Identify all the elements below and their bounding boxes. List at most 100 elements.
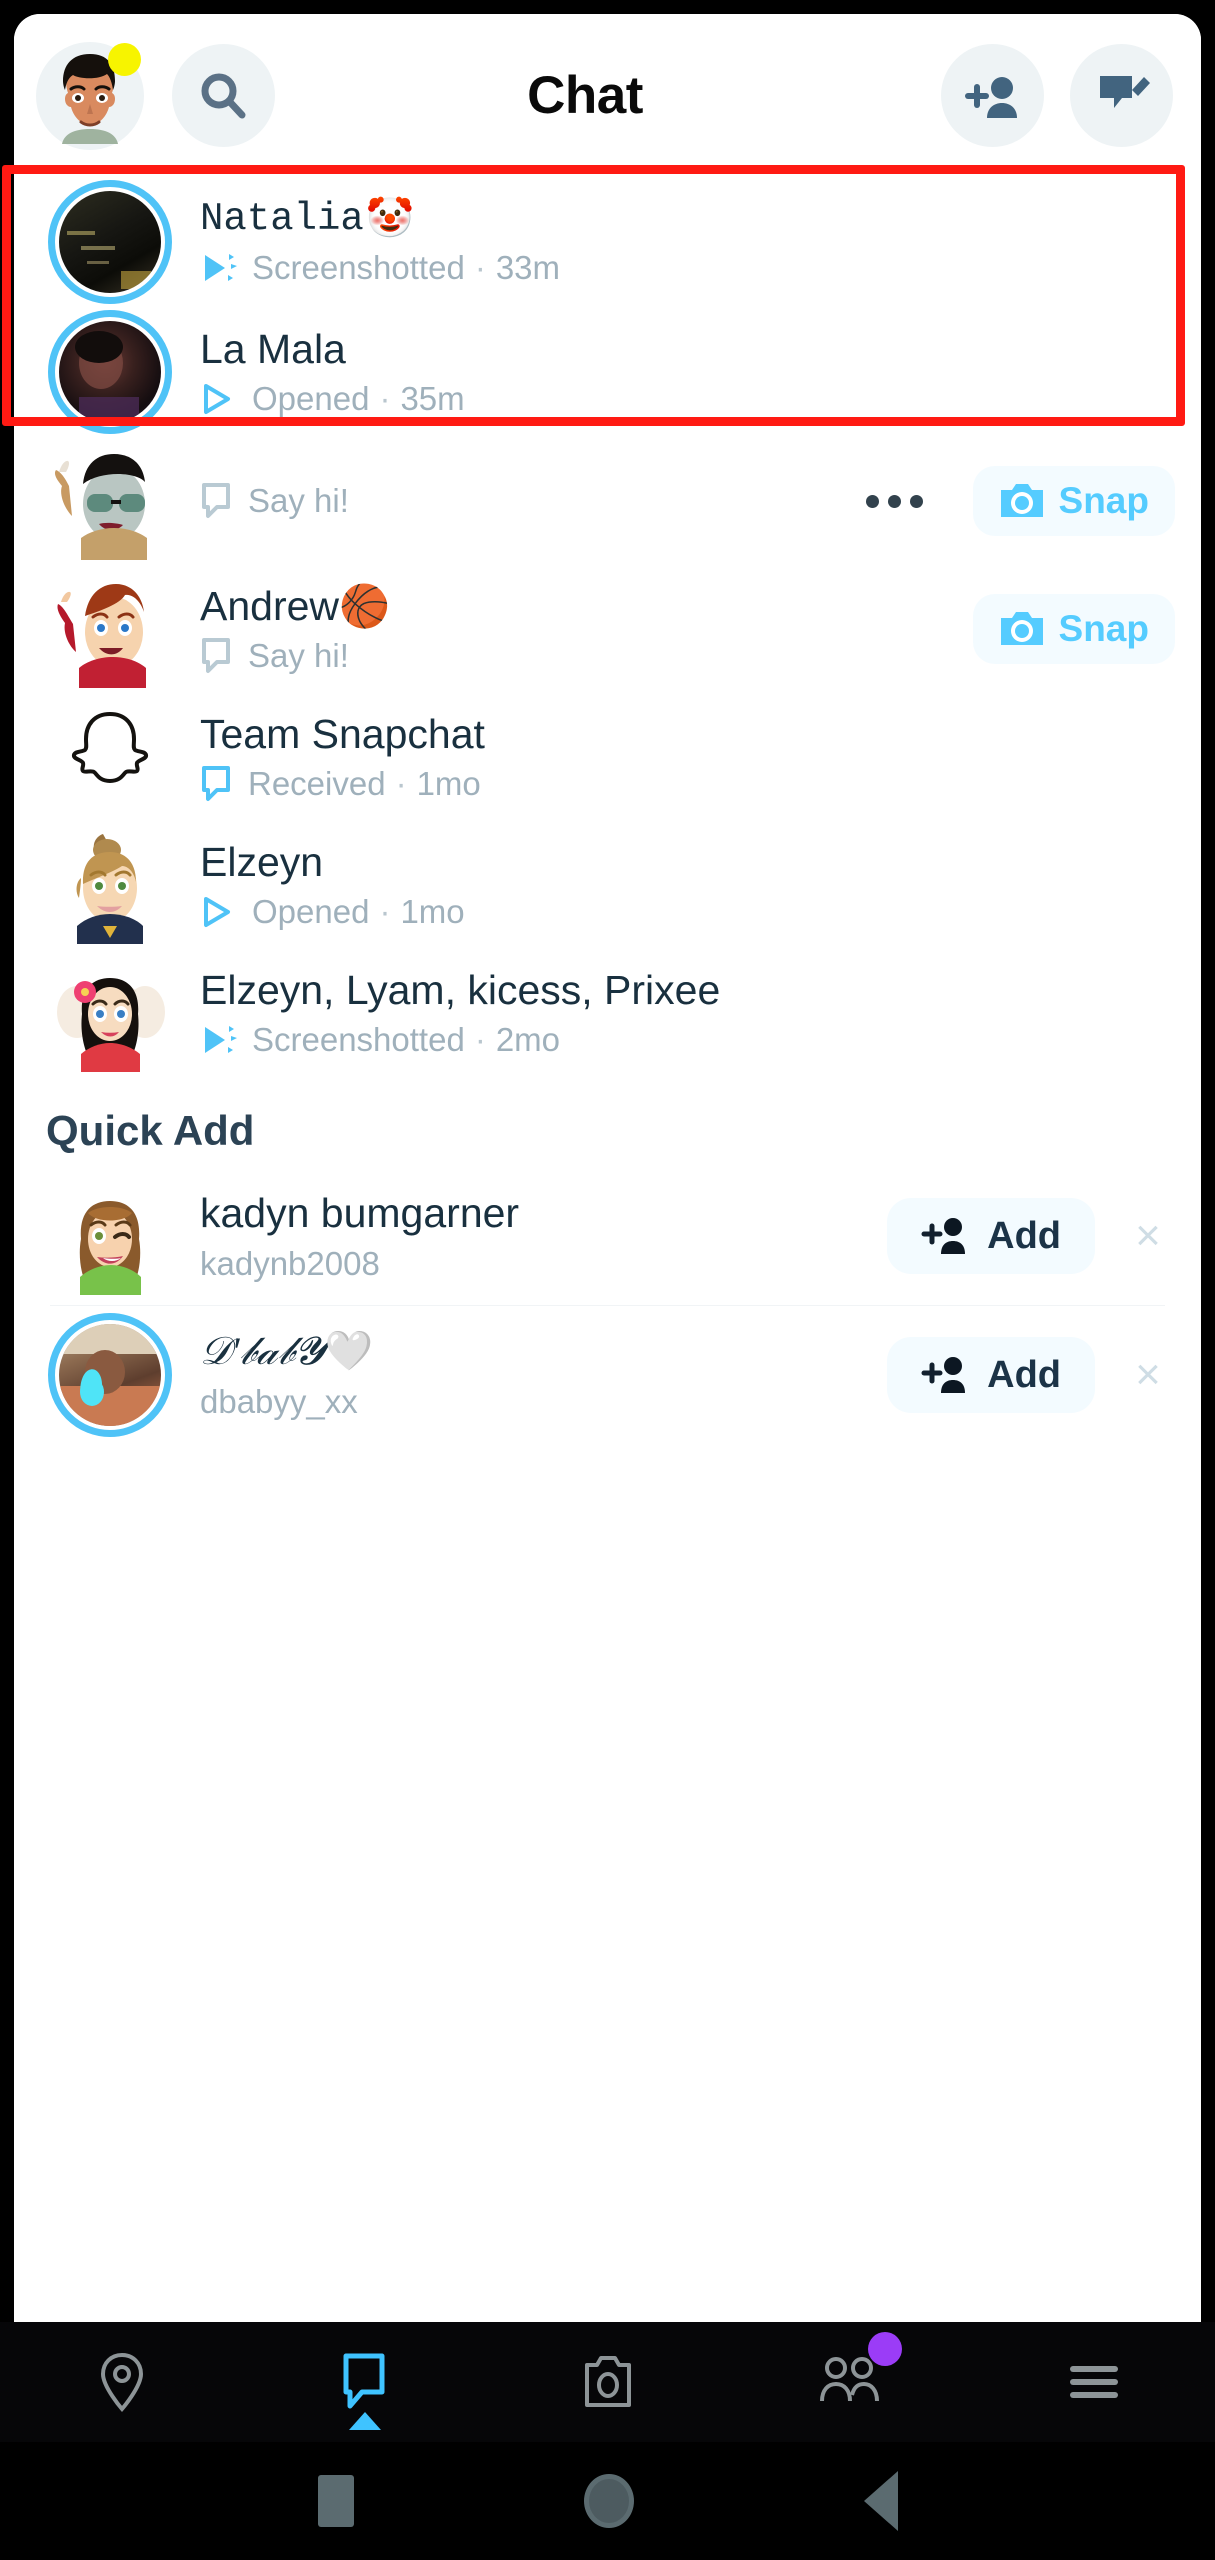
map-pin-icon <box>100 2352 143 2413</box>
avatar-photo <box>59 191 161 293</box>
recents-square-icon[interactable] <box>317 2475 354 2527</box>
separator: · <box>474 249 486 287</box>
chat-name-emoji: 🏀 <box>339 582 391 631</box>
chat-status: Screenshotted <box>252 1021 465 1059</box>
chat-row[interactable]: Elzeyn Opened · 1mo <box>14 821 1201 949</box>
chat-text: Andrew 🏀 Say hi! <box>200 582 959 676</box>
snap-label: Snap <box>1058 608 1149 649</box>
snapchat-app: Chat Natalia 🤡 Screenshotted · 33m La Ma… <box>14 14 1201 2362</box>
camera-icon <box>584 2356 631 2407</box>
avatar[interactable] <box>48 823 172 947</box>
snap-label: Snap <box>1058 480 1149 521</box>
nav-item-map[interactable] <box>57 2328 187 2436</box>
chat-row[interactable]: Natalia 🤡 Screenshotted · 33m <box>14 177 1201 307</box>
avatar[interactable] <box>48 951 172 1075</box>
chat-text: Elzeyn Opened · 1mo <box>200 838 1175 932</box>
phone-screen: Chat Natalia 🤡 Screenshotted · 33m La Ma… <box>0 0 1215 2560</box>
chat-bubble-icon <box>202 638 230 674</box>
hamburger-menu-icon <box>1069 2366 1118 2398</box>
dismiss-button[interactable]: × <box>1125 1353 1171 1397</box>
quick-add-display-name: kadyn bumgarner <box>200 1190 520 1237</box>
chat-name-line: Natalia 🤡 <box>200 196 1175 242</box>
chat-status-line: Opened · 35m <box>200 379 1175 419</box>
avatar-photo <box>59 1324 161 1426</box>
avatar[interactable] <box>48 180 172 304</box>
snap-button[interactable]: Snap <box>972 466 1175 536</box>
chat-text: Say hi! <box>200 481 866 521</box>
snap-button[interactable]: Snap <box>972 594 1175 664</box>
chat-bubble-icon <box>343 2353 384 2409</box>
chat-name: Natalia <box>200 197 364 242</box>
chat-text: La Mala Opened · 35m <box>200 325 1175 419</box>
chat-status: Received <box>248 765 386 803</box>
chat-row[interactable]: Say hi! Snap <box>14 437 1201 565</box>
search-icon <box>201 73 245 118</box>
dismiss-button[interactable]: × <box>1125 1214 1171 1258</box>
chat-text: Natalia 🤡 Screenshotted · 33m <box>200 196 1175 288</box>
add-friend-button[interactable]: Add <box>887 1198 1095 1274</box>
chat-text: Team Snapchat Received · 1mo <box>200 710 1175 804</box>
nav-item-friends[interactable] <box>786 2328 916 2436</box>
chat-name-line: Team Snapchat <box>200 710 1175 758</box>
chat-bubble-icon-blue <box>202 766 230 802</box>
avatar[interactable] <box>48 439 172 563</box>
home-circle-icon[interactable] <box>583 2474 634 2528</box>
chat-status-line: Opened · 1mo <box>200 892 1175 932</box>
bitmoji-sunglasses-icon <box>54 454 147 560</box>
app-header: Chat <box>14 14 1201 177</box>
profile-avatar-button[interactable] <box>36 41 144 150</box>
quick-add-text: 𝒟'𝒷𝒶𝒷𝓨 🤍 dbabyy_xx <box>200 1329 887 1420</box>
add-friend-button[interactable]: Add <box>887 1337 1095 1413</box>
dot <box>865 494 879 508</box>
page-title: Chat <box>527 66 643 125</box>
quick-add-username: dbabyy_xx <box>200 1382 358 1420</box>
chat-status: Opened <box>252 380 370 418</box>
screenshot-arrow-icon <box>205 1026 237 1054</box>
avatar[interactable] <box>48 567 172 691</box>
chat-row[interactable]: La Mala Opened · 35m <box>14 307 1201 437</box>
chat-row[interactable]: Team Snapchat Received · 1mo <box>14 693 1201 821</box>
quick-add-display-name: 𝒟'𝒷𝒶𝒷𝓨 <box>200 1330 325 1374</box>
nav-item-chat[interactable] <box>300 2328 430 2436</box>
avatar[interactable] <box>48 1313 172 1437</box>
avatar[interactable] <box>48 310 172 434</box>
chat-name-line: Andrew 🏀 <box>200 582 959 630</box>
chat-name: Andrew <box>200 583 340 630</box>
notification-badge <box>867 2332 902 2366</box>
chat-name-emoji: 🤡 <box>365 196 415 242</box>
quick-add-row[interactable]: 𝒟'𝒷𝒶𝒷𝓨 🤍 dbabyy_xx Add × <box>14 1306 1201 1444</box>
chat-time: 2mo <box>495 1021 561 1059</box>
separator: · <box>474 1021 486 1059</box>
bottom-navigation-bar <box>0 2322 1215 2442</box>
chat-row[interactable]: Andrew 🏀 Say hi! Snap <box>14 565 1201 693</box>
bitmoji-group-icon <box>57 978 165 1072</box>
chat-status-line: Received · 1mo <box>200 764 1175 804</box>
quick-add-row[interactable]: kadyn bumgarner kadynb2008 Add × <box>14 1167 1201 1305</box>
chat-status: Say hi! <box>248 637 349 675</box>
avatar[interactable] <box>48 1174 172 1298</box>
chat-time: 35m <box>400 380 465 418</box>
new-chat-button[interactable] <box>1070 44 1173 147</box>
camera-icon <box>1000 612 1043 645</box>
nav-item-menu[interactable] <box>1029 2328 1159 2436</box>
snap-thumbnail-icon <box>67 231 151 289</box>
chat-row[interactable]: Elzeyn, Lyam, kicess, Prixee Screenshott… <box>14 949 1201 1077</box>
avatar-photo <box>59 321 161 423</box>
avatar[interactable] <box>48 695 172 819</box>
chat-name: Team Snapchat <box>200 711 485 758</box>
chat-text: Elzeyn, Lyam, kicess, Prixee Screenshott… <box>200 966 1175 1060</box>
back-triangle-icon[interactable] <box>863 2471 898 2531</box>
chat-name-line: La Mala <box>200 325 1175 373</box>
add-person-icon <box>921 1218 966 1254</box>
dot <box>909 494 923 508</box>
add-friend-button[interactable] <box>941 44 1044 147</box>
bitmoji-wink-icon <box>79 1201 141 1295</box>
chat-status: Opened <box>252 893 370 931</box>
snap-thumbnail-icon <box>59 1324 161 1426</box>
more-options-button[interactable] <box>865 494 923 508</box>
opened-arrow-icon <box>204 897 230 928</box>
nav-item-camera[interactable] <box>543 2328 673 2436</box>
chat-status: Say hi! <box>248 482 349 520</box>
chat-name: Elzeyn <box>200 839 324 886</box>
snap-thumbnail-icon <box>75 331 139 423</box>
